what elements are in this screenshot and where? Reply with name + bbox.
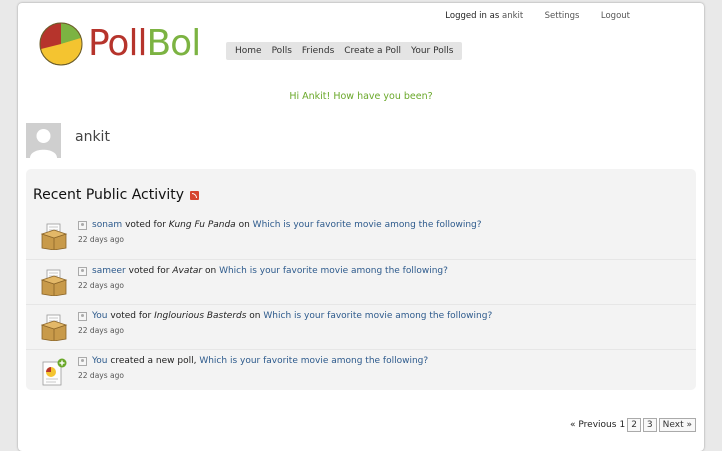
user-mini-avatar <box>78 357 87 366</box>
nav-polls[interactable]: Polls <box>267 46 297 56</box>
user-menu: Logged in as ankit Settings Logout <box>445 11 630 21</box>
user-mini-avatar <box>78 267 87 276</box>
nav-home[interactable]: Home <box>230 46 267 56</box>
logout-link[interactable]: Logout <box>601 11 630 21</box>
nav-create-poll[interactable]: Create a Poll <box>339 46 406 56</box>
nav-your-polls[interactable]: Your Polls <box>406 46 458 56</box>
main-nav: Home Polls Friends Create a Poll Your Po… <box>226 42 463 60</box>
pagination-next[interactable]: Next » <box>658 418 696 432</box>
pie-chart-logo-icon <box>39 22 83 66</box>
activity-item: You created a new poll, Which is your fa… <box>26 349 696 394</box>
nav-friends[interactable]: Friends <box>297 46 339 56</box>
activity-poll-link[interactable]: Which is your favorite movie among the f… <box>219 266 448 276</box>
page-container: Logged in as ankit Settings Logout PollB… <box>18 3 704 451</box>
user-mini-avatar <box>78 221 87 230</box>
logged-in-label: Logged in as <box>445 11 500 21</box>
pagination: « Previous 1 2 3 Next » <box>570 418 696 432</box>
activity-text: You created a new poll, Which is your fa… <box>92 356 429 366</box>
greeting-message: Hi Ankit! How have you been? <box>289 91 433 102</box>
new-poll-chart-icon <box>42 358 67 386</box>
pollbol-logo[interactable]: PollBol <box>38 21 208 69</box>
activity-poll-link[interactable]: Which is your favorite movie among the f… <box>253 220 482 230</box>
activity-user-link[interactable]: You <box>92 356 108 366</box>
username-link[interactable]: ankit <box>502 11 523 21</box>
activity-item: You voted for Inglourious Basterds on Wh… <box>26 304 696 349</box>
pagination-previous[interactable]: « Previous <box>570 420 616 430</box>
activity-text: sonam voted for Kung Fu Panda on Which i… <box>92 220 482 230</box>
profile-avatar[interactable] <box>26 123 61 158</box>
settings-link[interactable]: Settings <box>545 11 580 21</box>
user-silhouette-icon <box>30 129 57 158</box>
pagination-page-2[interactable]: 2 <box>627 418 641 432</box>
logo-wordmark: PollBol <box>88 23 201 64</box>
activity-time: 22 days ago <box>78 326 124 335</box>
user-mini-avatar <box>78 312 87 321</box>
activity-time: 22 days ago <box>78 235 124 244</box>
ballot-box-icon <box>40 314 68 341</box>
activity-poll-link[interactable]: Which is your favorite movie among the f… <box>199 356 428 366</box>
ballot-box-icon <box>40 223 68 250</box>
ballot-box-icon <box>40 269 68 296</box>
activity-text: You voted for Inglourious Basterds on Wh… <box>92 311 493 321</box>
activity-user-link[interactable]: sameer <box>92 266 126 276</box>
pagination-current: 1 <box>619 420 626 430</box>
profile-name: ankit <box>75 129 110 145</box>
activity-title: Recent Public Activity <box>33 187 200 203</box>
activity-text: sameer voted for Avatar on Which is your… <box>92 266 448 276</box>
activity-panel: Recent Public Activity sonam voted for K… <box>26 169 696 390</box>
activity-item: sameer voted for Avatar on Which is your… <box>26 259 696 304</box>
activity-poll-link[interactable]: Which is your favorite movie among the f… <box>263 311 492 321</box>
activity-time: 22 days ago <box>78 371 124 380</box>
pagination-page-3[interactable]: 3 <box>642 418 657 432</box>
activity-item: sonam voted for Kung Fu Panda on Which i… <box>26 214 696 258</box>
activity-time: 22 days ago <box>78 281 124 290</box>
activity-user-link[interactable]: sonam <box>92 220 122 230</box>
activity-user-link[interactable]: You <box>92 311 108 321</box>
rss-feed-icon[interactable] <box>190 190 200 200</box>
